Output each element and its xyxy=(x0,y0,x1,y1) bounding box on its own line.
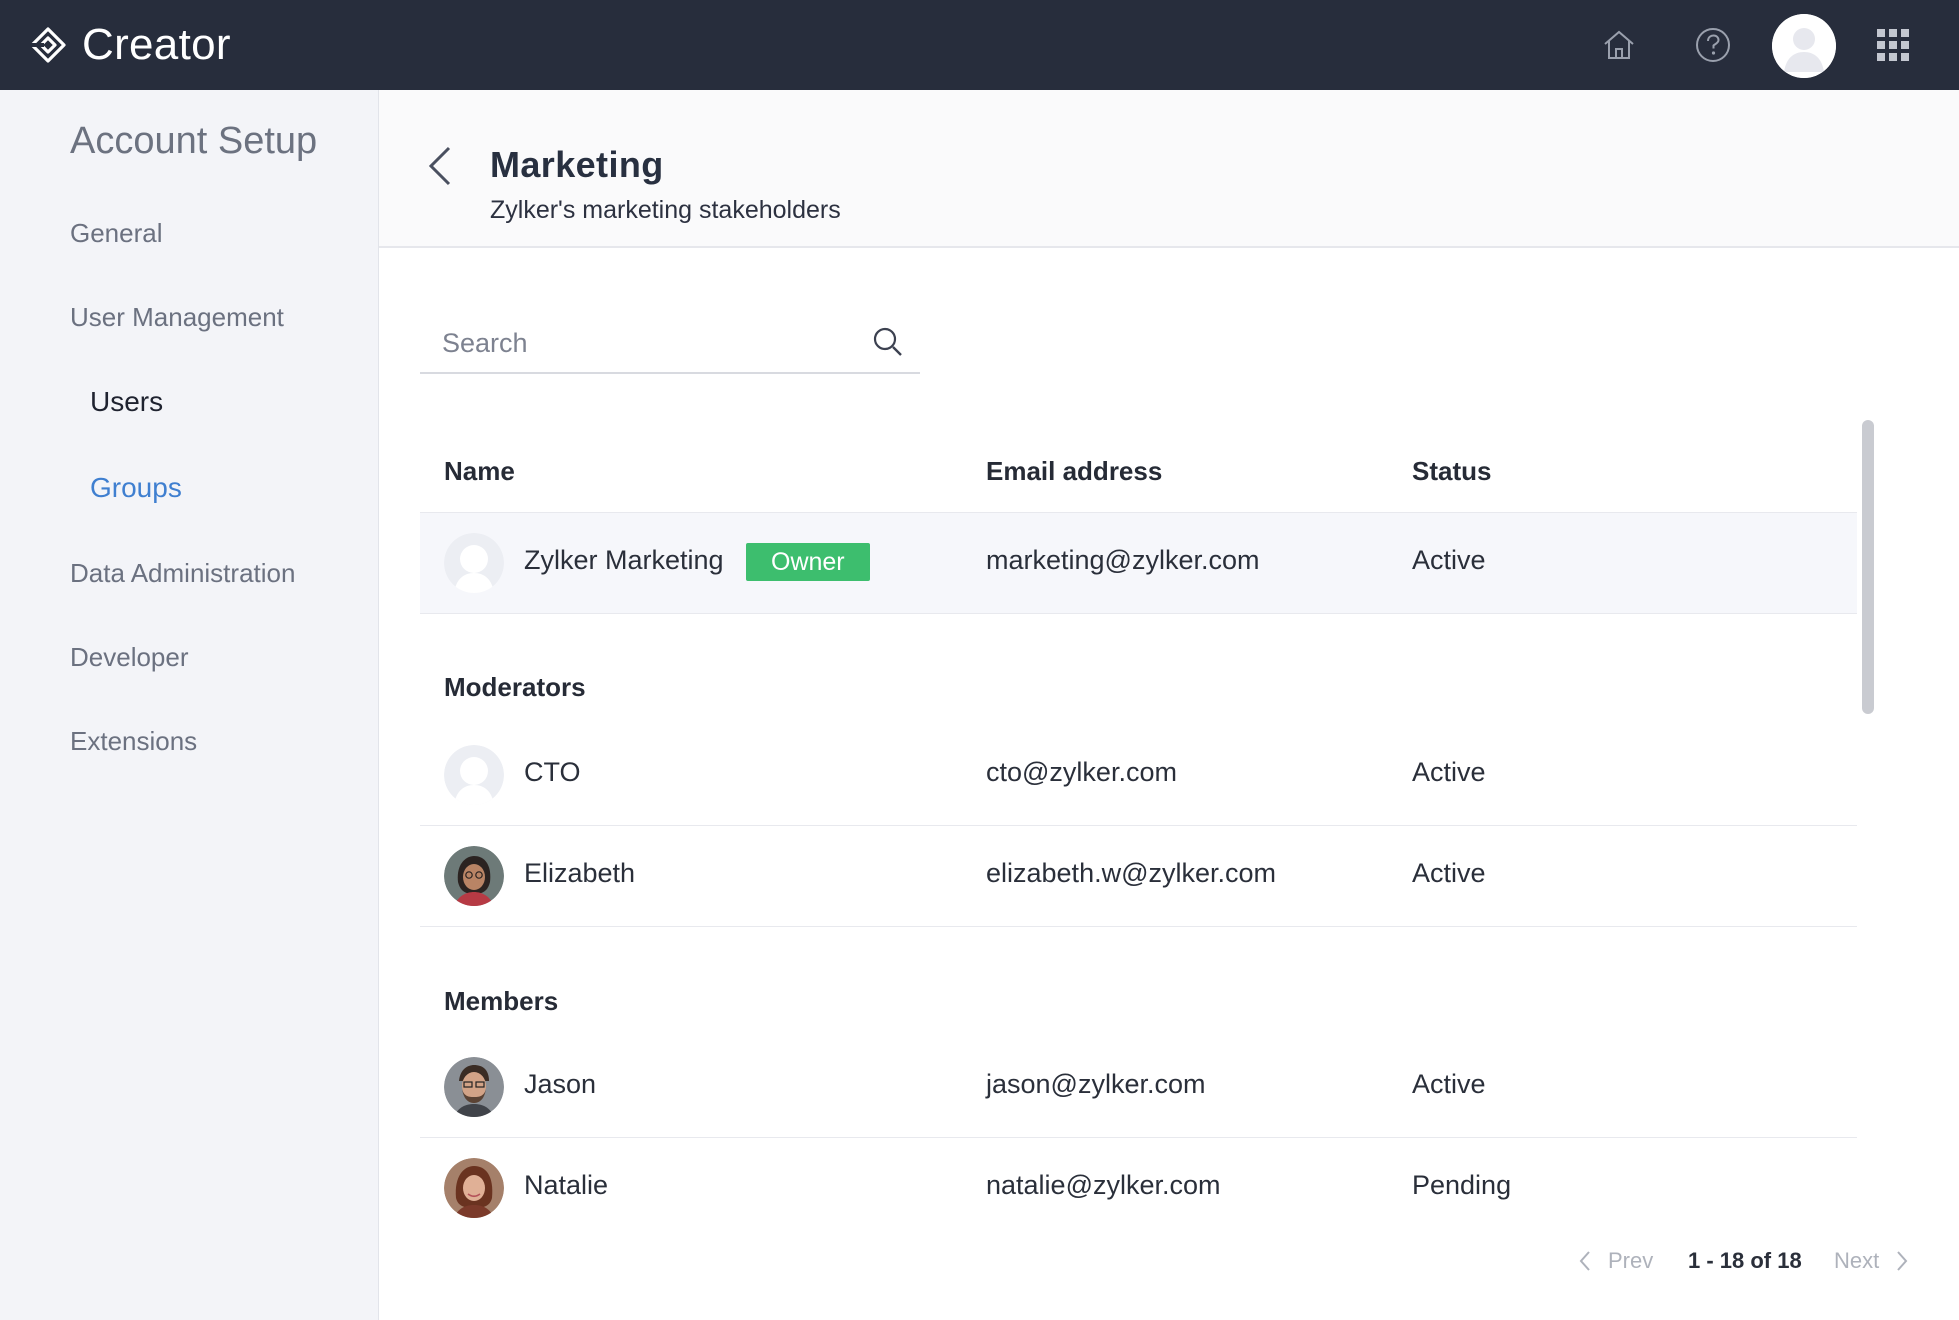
pagination-info: 1 - 18 of 18 xyxy=(1688,1248,1802,1273)
table-row[interactable]: Natalie natalie@zylker.com Pending xyxy=(420,1138,1857,1238)
column-header-email[interactable]: Email address xyxy=(986,456,1162,487)
back-arrow-icon[interactable] xyxy=(425,144,455,188)
avatar-photo-icon xyxy=(444,846,504,906)
member-name: Natalie xyxy=(524,1170,609,1200)
member-name: Elizabeth xyxy=(524,858,636,888)
member-email: elizabeth.w@zylker.com xyxy=(986,858,1277,888)
member-email: natalie@zylker.com xyxy=(986,1170,1221,1200)
avatar-placeholder-icon xyxy=(444,745,504,805)
sidebar-item-general[interactable]: General xyxy=(70,218,163,249)
member-status: Pending xyxy=(1412,1170,1512,1200)
table-row[interactable]: CTO cto@zylker.com Active xyxy=(420,725,1857,826)
member-name: Zylker Marketing xyxy=(524,545,724,575)
apps-grid-icon[interactable] xyxy=(1872,24,1914,66)
top-bar: Creator xyxy=(0,0,1959,90)
column-header-name[interactable]: Name xyxy=(444,456,515,487)
member-status: Active xyxy=(1412,757,1486,787)
search-icon[interactable] xyxy=(872,326,904,358)
pagination-next-button[interactable]: Next xyxy=(1834,1248,1909,1274)
sidebar-item-developer[interactable]: Developer xyxy=(70,642,189,673)
pagination-next-label: Next xyxy=(1834,1248,1880,1273)
app-name: Creator xyxy=(82,20,231,69)
chevron-right-icon xyxy=(1897,1251,1908,1271)
sidebar-item-extensions[interactable]: Extensions xyxy=(70,726,197,757)
sidebar-item-groups[interactable]: Groups xyxy=(90,472,182,504)
table-row[interactable]: Elizabeth elizabeth.w@zylker.com Active xyxy=(420,826,1857,927)
member-name: Jason xyxy=(524,1069,597,1099)
column-header-status[interactable]: Status xyxy=(1412,456,1491,487)
member-email: jason@zylker.com xyxy=(986,1069,1206,1099)
brand[interactable]: Creator xyxy=(28,18,231,72)
group-description: Zylker's marketing stakeholders xyxy=(490,196,841,224)
pagination-prev-button[interactable]: Prev xyxy=(1578,1248,1653,1274)
creator-logo-icon xyxy=(30,27,66,63)
search-input[interactable] xyxy=(440,314,844,372)
member-email: cto@zylker.com xyxy=(986,757,1177,787)
table-scrollbar[interactable] xyxy=(1862,420,1874,714)
member-status: Active xyxy=(1412,858,1486,888)
sidebar-item-user-management[interactable]: User Management xyxy=(70,302,284,333)
table-row-owner[interactable]: Zylker Marketing Owner marketing@zylker.… xyxy=(420,512,1857,614)
search-box xyxy=(420,314,920,374)
help-icon[interactable] xyxy=(1690,22,1736,68)
member-status: Active xyxy=(1412,545,1486,575)
member-email: marketing@zylker.com xyxy=(986,545,1260,575)
avatar-photo-icon xyxy=(444,1057,504,1117)
group-header: Marketing Zylker's marketing stakeholder… xyxy=(379,90,1959,248)
chevron-left-icon xyxy=(1579,1251,1590,1271)
avatar-placeholder-icon xyxy=(444,533,504,593)
sidebar-item-data-administration[interactable]: Data Administration xyxy=(70,558,295,589)
pagination-prev-label: Prev xyxy=(1608,1248,1654,1273)
home-icon[interactable] xyxy=(1596,22,1642,68)
sidebar-item-users[interactable]: Users xyxy=(90,386,163,418)
sidebar: Account Setup General User Management Us… xyxy=(0,90,379,1320)
member-name: CTO xyxy=(524,757,581,787)
member-status: Active xyxy=(1412,1069,1486,1099)
owner-badge: Owner xyxy=(746,543,870,581)
section-label-moderators: Moderators xyxy=(444,672,586,702)
avatar-photo-icon xyxy=(444,1158,504,1218)
group-title: Marketing xyxy=(490,144,664,185)
sidebar-title: Account Setup xyxy=(70,120,318,162)
table-row[interactable]: Jason jason@zylker.com Active xyxy=(420,1037,1857,1138)
user-avatar[interactable] xyxy=(1772,14,1836,78)
section-label-members: Members xyxy=(444,986,559,1016)
